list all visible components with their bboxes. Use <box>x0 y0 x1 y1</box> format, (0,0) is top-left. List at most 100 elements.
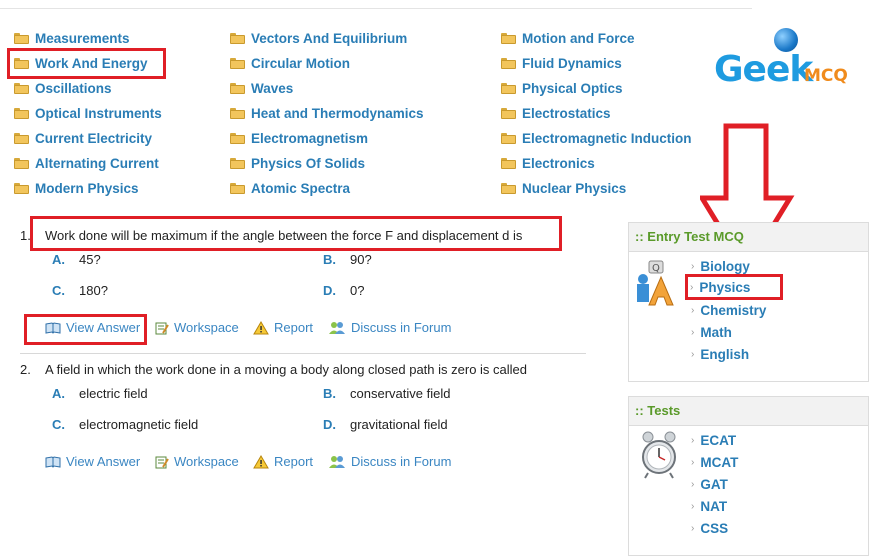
topic-link[interactable]: Oscillations <box>35 81 112 96</box>
topic-oscillations[interactable]: Oscillations <box>14 78 112 98</box>
side-label: GAT <box>700 477 728 492</box>
topic-link[interactable]: Electronics <box>522 156 595 171</box>
entry-test-physics-highlighted[interactable]: › Physics <box>690 280 750 295</box>
topic-link[interactable]: Fluid Dynamics <box>522 56 622 71</box>
topic-link[interactable]: Heat and Thermodynamics <box>251 106 424 121</box>
option-a[interactable]: electric field <box>79 386 148 401</box>
topic-circular[interactable]: Circular Motion <box>230 53 350 73</box>
side-label: Physics <box>699 280 751 295</box>
topic-heat[interactable]: Heat and Thermodynamics <box>230 103 424 123</box>
option-a[interactable]: 45? <box>79 252 101 267</box>
folder-icon <box>14 57 29 69</box>
test-nat[interactable]: › NAT <box>691 499 727 514</box>
question-number: 1. <box>20 228 31 243</box>
question-number: 2. <box>20 362 31 377</box>
test-mcat[interactable]: › MCAT <box>691 455 738 470</box>
topic-link[interactable]: Alternating Current <box>35 156 159 171</box>
option-b[interactable]: 90? <box>350 252 372 267</box>
option-letter: D. <box>323 283 336 298</box>
users-icon <box>329 455 345 468</box>
discuss-forum-button[interactable]: Discuss in Forum <box>328 320 451 335</box>
entry-test-biology[interactable]: › Biology <box>691 259 750 274</box>
report-label: Report <box>274 320 314 335</box>
question-text: Work done will be maximum if the angle b… <box>45 228 523 243</box>
topic-atomic-spectra[interactable]: Atomic Spectra <box>230 178 350 198</box>
test-ecat[interactable]: › ECAT <box>691 433 736 448</box>
chevron-right-icon: › <box>691 305 695 316</box>
topic-link[interactable]: Motion and Force <box>522 31 635 46</box>
test-gat[interactable]: › GAT <box>691 477 728 492</box>
topic-motion[interactable]: Motion and Force <box>501 28 635 48</box>
topic-physical-optics[interactable]: Physical Optics <box>501 78 623 98</box>
topic-link[interactable]: Circular Motion <box>251 56 350 71</box>
topic-link[interactable]: Optical Instruments <box>35 106 162 121</box>
report-button[interactable]: Report <box>253 320 313 335</box>
topic-link[interactable]: Current Electricity <box>35 131 152 146</box>
chevron-right-icon: › <box>691 501 695 512</box>
entry-test-chemistry[interactable]: › Chemistry <box>691 303 766 318</box>
topic-link[interactable]: Vectors And Equilibrium <box>251 31 407 46</box>
entry-test-english[interactable]: › English <box>691 347 749 362</box>
topic-link[interactable]: Measurements <box>35 31 130 46</box>
topic-link[interactable]: Nuclear Physics <box>522 181 626 196</box>
topic-link[interactable]: Waves <box>251 81 293 96</box>
topic-fluid[interactable]: Fluid Dynamics <box>501 53 622 73</box>
geekmcq-logo[interactable]: Geek MCQ <box>712 28 848 98</box>
entry-test-math[interactable]: › Math <box>691 325 732 340</box>
topic-alternating-current[interactable]: Alternating Current <box>14 153 159 173</box>
option-d[interactable]: gravitational field <box>350 417 448 432</box>
workspace-button[interactable]: Workspace <box>154 454 239 469</box>
topic-link[interactable]: Electromagnetic Induction <box>522 131 692 146</box>
topic-waves[interactable]: Waves <box>230 78 293 98</box>
view-answer-button[interactable]: View Answer <box>45 320 140 335</box>
notepad-icon <box>155 456 169 468</box>
topic-link[interactable]: Work And Energy <box>35 56 148 71</box>
topic-link[interactable]: Physics Of Solids <box>251 156 365 171</box>
topic-nuclear-physics[interactable]: Nuclear Physics <box>501 178 626 198</box>
topic-electrostatics[interactable]: Electrostatics <box>501 103 611 123</box>
chevron-right-icon: › <box>691 349 695 360</box>
topic-work-energy[interactable]: Work And Energy <box>14 53 148 73</box>
view-answer-button[interactable]: View Answer <box>45 454 140 469</box>
logo-geek-text: Geek <box>714 49 813 90</box>
chevron-right-icon: › <box>691 523 695 534</box>
topic-optical-instruments[interactable]: Optical Instruments <box>14 103 162 123</box>
svg-text:Q: Q <box>652 263 660 274</box>
option-c[interactable]: electromagnetic field <box>79 417 198 432</box>
folder-icon <box>501 132 516 144</box>
side-label: Math <box>700 325 732 340</box>
topic-physics-solids[interactable]: Physics Of Solids <box>230 153 365 173</box>
topic-current-electricity[interactable]: Current Electricity <box>14 128 152 148</box>
report-button[interactable]: Report <box>253 454 313 469</box>
folder-icon <box>501 157 516 169</box>
topic-link[interactable]: Modern Physics <box>35 181 139 196</box>
topic-electromagnetism[interactable]: Electromagnetism <box>230 128 368 148</box>
topic-link[interactable]: Atomic Spectra <box>251 181 350 196</box>
topic-vectors[interactable]: Vectors And Equilibrium <box>230 28 407 48</box>
question-divider <box>20 353 586 354</box>
workspace-button[interactable]: Workspace <box>154 320 239 335</box>
topic-link[interactable]: Electromagnetism <box>251 131 368 146</box>
side-label: Chemistry <box>700 303 767 318</box>
option-c[interactable]: 180? <box>79 283 108 298</box>
option-b[interactable]: conservative field <box>350 386 450 401</box>
folder-icon <box>501 107 516 119</box>
topic-link[interactable]: Physical Optics <box>522 81 623 96</box>
discuss-forum-button[interactable]: Discuss in Forum <box>328 454 451 469</box>
topic-modern-physics[interactable]: Modern Physics <box>14 178 139 198</box>
chevron-right-icon: › <box>691 261 695 272</box>
topic-link[interactable]: Electrostatics <box>522 106 611 121</box>
folder-icon <box>501 32 516 44</box>
test-css[interactable]: › CSS <box>691 521 728 536</box>
folder-icon <box>230 57 245 69</box>
option-d[interactable]: 0? <box>350 283 364 298</box>
option-letter: B. <box>323 386 336 401</box>
forum-label: Discuss in Forum <box>351 454 452 469</box>
topic-em-induction[interactable]: Electromagnetic Induction <box>501 128 692 148</box>
option-letter: C. <box>52 283 65 298</box>
topic-measurements[interactable]: Measurements <box>14 28 130 48</box>
chevron-right-icon: › <box>690 282 694 293</box>
side-label: MCAT <box>700 455 739 470</box>
qa-people-icon: Q <box>637 260 674 306</box>
topic-electronics[interactable]: Electronics <box>501 153 595 173</box>
